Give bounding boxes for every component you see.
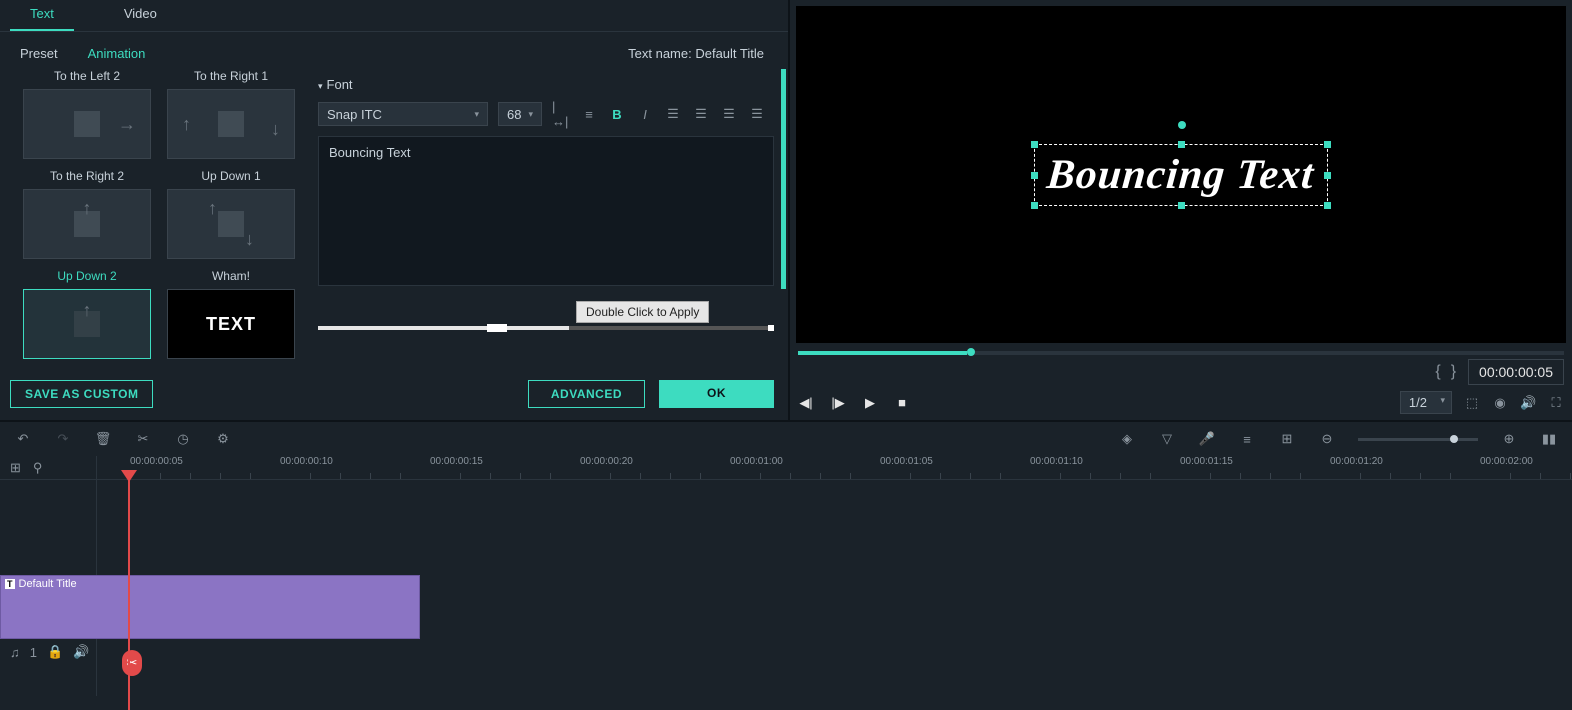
preset-label-left2: To the Left 2 — [54, 69, 120, 83]
align-left-icon[interactable]: ☰ — [664, 105, 682, 123]
brace-left-icon[interactable]: { — [1435, 363, 1440, 381]
preview-text: Bouncing Text — [1045, 151, 1316, 199]
volume-icon[interactable]: 🔊 — [1520, 395, 1536, 411]
ruler-tick: 00:00:00:15 — [430, 456, 483, 467]
render-icon[interactable]: ◈ — [1118, 430, 1136, 448]
preset-label-wham: Wham! — [212, 269, 250, 283]
tab-video[interactable]: Video — [104, 0, 177, 31]
zoom-out-icon[interactable]: ⊖ — [1318, 430, 1336, 448]
italic-button[interactable]: I — [636, 105, 654, 123]
timeline-ruler[interactable]: 00:00:00:05 00:00:00:10 00:00:00:15 00:00:0… — [96, 456, 1572, 479]
subtab-preset[interactable]: Preset — [20, 46, 58, 61]
preset-thumb-right1[interactable]: ↑↓ — [167, 89, 295, 159]
ruler-tick: 00:00:00:20 — [580, 456, 633, 467]
playhead[interactable] — [128, 480, 130, 710]
timeline-clip[interactable]: TDefault Title — [0, 575, 420, 639]
zoom-fit-icon[interactable]: ▮▮ — [1540, 430, 1558, 448]
settings-slider[interactable] — [318, 324, 774, 332]
text-name-label: Text name: Default Title — [628, 46, 764, 61]
text-selection-box[interactable]: Bouncing Text — [1034, 144, 1327, 206]
text-content-input[interactable]: Bouncing Text — [318, 136, 774, 286]
font-size-select[interactable]: 68▾ — [498, 102, 542, 126]
line-spacing-icon[interactable]: ≡ — [580, 105, 598, 123]
split-icon[interactable]: ✂ — [134, 430, 152, 448]
brace-right-icon[interactable]: } — [1451, 363, 1456, 381]
zoom-in-icon[interactable]: ⊕ — [1500, 430, 1518, 448]
font-section-header[interactable]: ▾Font — [318, 77, 774, 92]
preset-label-updown2: Up Down 2 — [57, 269, 116, 283]
zoom-slider[interactable] — [1358, 438, 1478, 441]
display-settings-icon[interactable]: ⬚ — [1464, 395, 1480, 411]
mixer-icon[interactable]: ≡ — [1238, 430, 1256, 448]
prev-frame-icon[interactable]: ◀| — [798, 395, 814, 411]
apply-tooltip: Double Click to Apply — [576, 301, 709, 323]
ruler-tick: 00:00:01:15 — [1180, 456, 1233, 467]
preview-timecode: 00:00:00:05 — [1468, 359, 1564, 385]
add-track-icon[interactable]: ⊞ — [10, 460, 21, 476]
font-panel-scrollbar[interactable] — [781, 69, 786, 289]
stop-icon[interactable]: ■ — [894, 395, 910, 410]
preview-seek-bar[interactable] — [798, 351, 1564, 355]
bold-button[interactable]: B — [608, 105, 626, 123]
ok-button[interactable]: OK — [659, 380, 774, 408]
voiceover-icon[interactable]: 🎤 — [1198, 430, 1216, 448]
preset-label-right1: To the Right 1 — [194, 69, 268, 83]
magnet-icon[interactable]: ⚲ — [33, 460, 43, 476]
preset-label-updown1: Up Down 1 — [201, 169, 260, 183]
ruler-tick: 00:00:01:10 — [1030, 456, 1083, 467]
align-justify-icon[interactable]: ☰ — [748, 105, 766, 123]
align-right-icon[interactable]: ☰ — [720, 105, 738, 123]
align-center-icon[interactable]: ☰ — [692, 105, 710, 123]
undo-icon[interactable]: ↶ — [14, 430, 32, 448]
timeline[interactable]: ⊞ ⚲ 00:00:00:0500:00:00:1000:00:00:1500:… — [0, 456, 1572, 696]
next-frame-icon[interactable]: |▶ — [830, 395, 846, 411]
advanced-button[interactable]: ADVANCED — [528, 380, 645, 408]
subtab-animation[interactable]: Animation — [88, 46, 146, 61]
preview-zoom-select[interactable]: 1/2▾ — [1400, 391, 1452, 414]
save-as-custom-button[interactable]: SAVE AS CUSTOM — [10, 380, 153, 408]
preset-thumb-updown1[interactable]: ↑↓ — [167, 189, 295, 259]
video-preview[interactable]: Bouncing Text — [796, 6, 1566, 343]
font-family-select[interactable]: Snap ITC▾ — [318, 102, 488, 126]
adjust-icon[interactable]: ⚙ — [214, 430, 232, 448]
fullscreen-icon[interactable]: ⛶ — [1548, 395, 1564, 411]
delete-icon[interactable]: 🗑 — [94, 430, 112, 448]
ruler-tick: 00:00:01:00 — [730, 456, 783, 467]
ruler-tick: 00:00:01:05 — [880, 456, 933, 467]
snapshot-icon[interactable]: ◉ — [1492, 395, 1508, 411]
cut-marker-icon[interactable]: ✂ — [122, 650, 142, 676]
ruler-tick: 00:00:01:20 — [1330, 456, 1383, 467]
preset-thumb-updown2[interactable]: ↑ — [23, 289, 151, 359]
preset-thumb-wham[interactable]: TEXT — [167, 289, 295, 359]
preset-label-right2: To the Right 2 — [50, 169, 124, 183]
ruler-tick: 00:00:00:10 — [280, 456, 333, 467]
play-icon[interactable]: ▶ — [862, 395, 878, 411]
speed-icon[interactable]: ◷ — [174, 430, 192, 448]
tab-text[interactable]: Text — [10, 0, 74, 31]
ruler-tick: 00:00:02:00 — [1480, 456, 1533, 467]
char-spacing-icon[interactable]: |↔| — [552, 105, 570, 123]
ruler-tick: 00:00:00:05 — [130, 456, 183, 467]
marker-icon[interactable]: ▽ — [1158, 430, 1176, 448]
preset-thumb-right2[interactable]: ↑ — [23, 189, 151, 259]
redo-icon[interactable]: ↷ — [54, 430, 72, 448]
top-tabs: Text Video — [0, 0, 788, 32]
add-media-icon[interactable]: ⊞ — [1278, 430, 1296, 448]
animation-preset-list: To the Left 2 → To the Right 1 ↑↓ To the… — [0, 69, 310, 368]
preset-thumb-left2[interactable]: → — [23, 89, 151, 159]
